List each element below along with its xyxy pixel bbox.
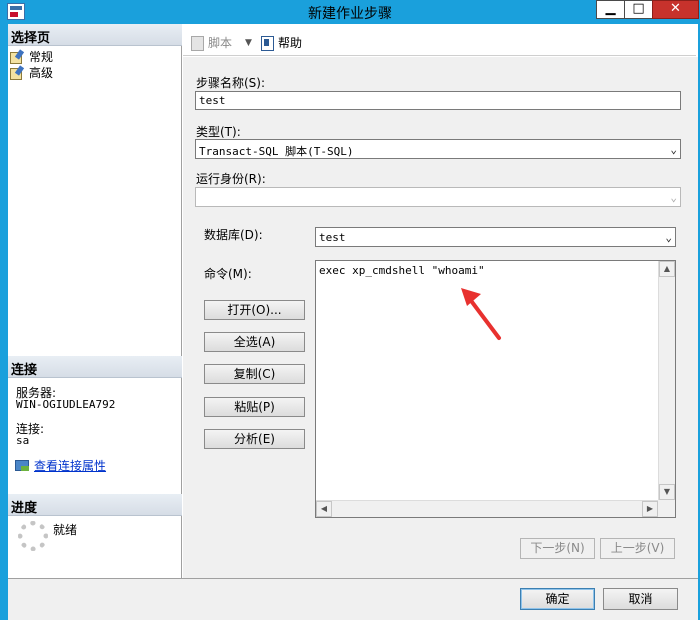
command-text[interactable]: exec xp_cmdshell "whoami"	[319, 264, 485, 277]
chevron-down-icon[interactable]: ▼	[245, 38, 252, 48]
left-pane: 选择页 常规 高级 连接 服务器: WIN-OGIUDLEA792 连接: sa…	[8, 24, 182, 578]
type-select-value: Transact-SQL 脚本(T-SQL)	[199, 145, 354, 158]
cancel-button[interactable]: 取消	[603, 588, 678, 610]
type-label: 类型(T):	[196, 125, 241, 139]
chevron-down-icon: ⌄	[665, 231, 672, 244]
page-item-advanced[interactable]: 高级	[10, 64, 53, 80]
script-button[interactable]: 脚本 ▼	[189, 34, 252, 51]
window-frame-left	[0, 24, 8, 620]
database-select[interactable]: test ⌄	[315, 227, 676, 247]
next-step-button[interactable]: 下一步(N)	[520, 538, 595, 559]
connection-value: sa	[16, 434, 30, 447]
paste-button[interactable]: 粘贴(P)	[204, 397, 305, 417]
chevron-down-icon: ⌄	[670, 191, 677, 204]
scroll-right-icon[interactable]: ▶	[642, 501, 658, 517]
select-all-button[interactable]: 全选(A)	[204, 332, 305, 352]
scroll-up-icon[interactable]: ▲	[659, 261, 675, 277]
run-as-label: 运行身份(R):	[196, 172, 266, 186]
toolbar: 脚本 ▼ 帮助	[183, 30, 696, 56]
scroll-corner	[658, 500, 675, 517]
progress-status: 就绪	[53, 523, 78, 537]
annotation-arrow-icon	[461, 288, 501, 340]
run-as-select[interactable]: ⌄	[195, 187, 681, 207]
step-name-label: 步骤名称(S):	[196, 76, 266, 90]
title-bar: 新建作业步骤 ▁ □ ✕	[0, 0, 700, 24]
script-label: 脚本	[208, 36, 233, 50]
progress-header: 进度	[8, 494, 182, 516]
previous-step-button[interactable]: 上一步(V)	[600, 538, 675, 559]
help-button[interactable]: 帮助	[259, 34, 302, 51]
general-page-icon	[10, 50, 26, 64]
view-connection-properties-link[interactable]: 查看连接属性	[34, 457, 106, 474]
script-icon	[189, 35, 205, 51]
page-item-label: 高级	[29, 65, 54, 80]
step-name-input[interactable]: test	[195, 91, 681, 110]
copy-button[interactable]: 复制(C)	[204, 364, 305, 384]
open-button[interactable]: 打开(O)...	[204, 300, 305, 320]
page-item-label: 常规	[29, 49, 54, 64]
select-page-header: 选择页	[8, 24, 182, 46]
server-value: WIN-OGIUDLEA792	[16, 398, 116, 411]
help-icon	[259, 35, 275, 51]
database-select-value: test	[319, 231, 346, 244]
page-item-general[interactable]: 常规	[10, 48, 53, 64]
vertical-scrollbar[interactable]: ▲ ▼	[658, 261, 675, 500]
advanced-page-icon	[10, 66, 26, 80]
horizontal-scrollbar[interactable]: ◀ ▶	[316, 500, 658, 517]
parse-button[interactable]: 分析(E)	[204, 429, 305, 449]
connection-properties-icon	[15, 459, 30, 472]
command-label: 命令(M):	[204, 267, 252, 281]
database-label: 数据库(D):	[204, 228, 263, 242]
ok-button[interactable]: 确定	[520, 588, 595, 610]
progress-spinner-icon	[18, 521, 48, 551]
chevron-down-icon: ⌄	[670, 143, 677, 156]
maximize-button[interactable]: □	[624, 0, 653, 19]
view-connection-properties[interactable]: 查看连接属性	[15, 457, 106, 474]
type-select[interactable]: Transact-SQL 脚本(T-SQL) ⌄	[195, 139, 681, 159]
connection-header: 连接	[8, 356, 182, 378]
minimize-button[interactable]: ▁	[596, 0, 625, 19]
scroll-down-icon[interactable]: ▼	[659, 484, 675, 500]
close-button[interactable]: ✕	[652, 0, 699, 19]
help-label: 帮助	[278, 36, 303, 50]
window-title: 新建作业步骤	[308, 6, 392, 22]
scroll-left-icon[interactable]: ◀	[316, 501, 332, 517]
